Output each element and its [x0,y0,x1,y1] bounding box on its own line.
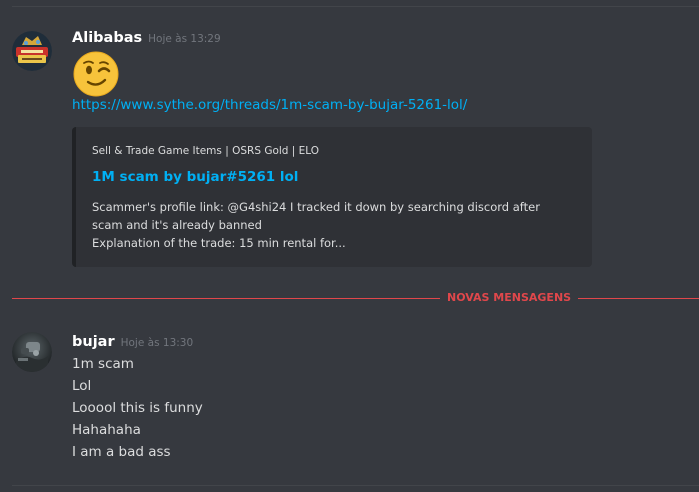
username[interactable]: Alibabas [72,30,142,46]
message-text[interactable]: Looool this is funny [72,397,203,419]
message-header: Alibabas Hoje às 13:29 [72,30,221,46]
embed-description: Scammer's profile link: @G4shi24 I track… [92,198,562,252]
new-messages-divider [12,298,699,299]
user-photo-avatar-icon [12,332,52,372]
embed-description-line: Scammer's profile link: @G4shi24 I track… [92,200,540,214]
message-text[interactable]: 1m scam [72,353,203,375]
message-separator [12,6,699,7]
new-messages-label: NOVAS MENSAGENS [440,290,579,306]
message-text[interactable]: Lol [72,375,203,397]
message-separator [12,485,699,486]
winking-face-emoji-icon[interactable] [72,50,120,98]
avatar[interactable] [12,332,52,372]
message-header: bujar Hoje às 13:30 [72,334,193,350]
embed-description-line: scam and it's already banned [92,218,262,232]
message-lines: 1m scam Lol Looool this is funny Hahahah… [72,353,203,463]
embed-description-line: Explanation of the trade: 15 min rental … [92,236,346,250]
username[interactable]: bujar [72,334,115,350]
timestamp: Hoje às 13:29 [148,33,221,45]
message-text[interactable]: Hahahaha [72,419,203,441]
chat-messages: Alibabas Hoje às 13:29 https://www.sythe… [0,0,699,492]
avatar[interactable] [12,31,52,71]
thread-link[interactable]: https://www.sythe.org/threads/1m-scam-by… [72,97,467,113]
timestamp: Hoje às 13:30 [120,337,194,349]
alibabas-gold-logo-icon [12,31,52,71]
link-embed: Sell & Trade Game Items | OSRS Gold | EL… [72,127,592,267]
embed-provider[interactable]: Sell & Trade Game Items | OSRS Gold | EL… [92,145,319,157]
embed-title-link[interactable]: 1M scam by bujar#5261 lol [92,169,298,185]
message-text[interactable]: I am a bad ass [72,441,203,463]
